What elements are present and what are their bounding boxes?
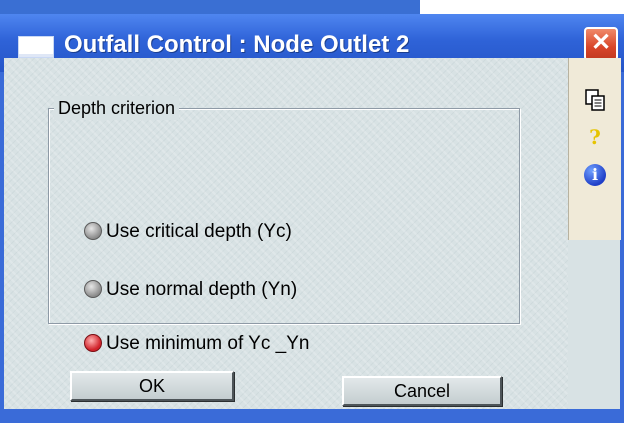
- dialog-body: Depth criterion Use critical depth (Yc) …: [4, 58, 568, 409]
- info-icon-button[interactable]: i: [569, 160, 621, 190]
- ok-button[interactable]: OK: [70, 371, 234, 401]
- info-icon: i: [584, 164, 606, 186]
- radio-label: Use critical depth (Yc): [106, 221, 292, 242]
- radio-button-selected-icon[interactable]: [84, 334, 102, 352]
- window-icon: [18, 36, 54, 58]
- close-button[interactable]: ✕: [584, 27, 618, 61]
- window-title: Outfall Control : Node Outlet 2: [64, 31, 410, 58]
- close-icon: ✕: [590, 29, 612, 56]
- help-icon[interactable]: ?: [569, 122, 621, 152]
- copy-icon[interactable]: [569, 86, 621, 116]
- side-panel-empty: [568, 240, 620, 409]
- cancel-button[interactable]: Cancel: [342, 376, 502, 406]
- radio-button-icon[interactable]: [84, 280, 102, 298]
- depth-criterion-label: Depth criterion: [54, 96, 180, 120]
- radio-label: Use minimum of Yc _Yn: [106, 333, 310, 354]
- side-toolbar: ? i: [568, 58, 621, 240]
- radio-label: Use normal depth (Yn): [106, 279, 298, 300]
- radio-button-icon[interactable]: [84, 222, 102, 240]
